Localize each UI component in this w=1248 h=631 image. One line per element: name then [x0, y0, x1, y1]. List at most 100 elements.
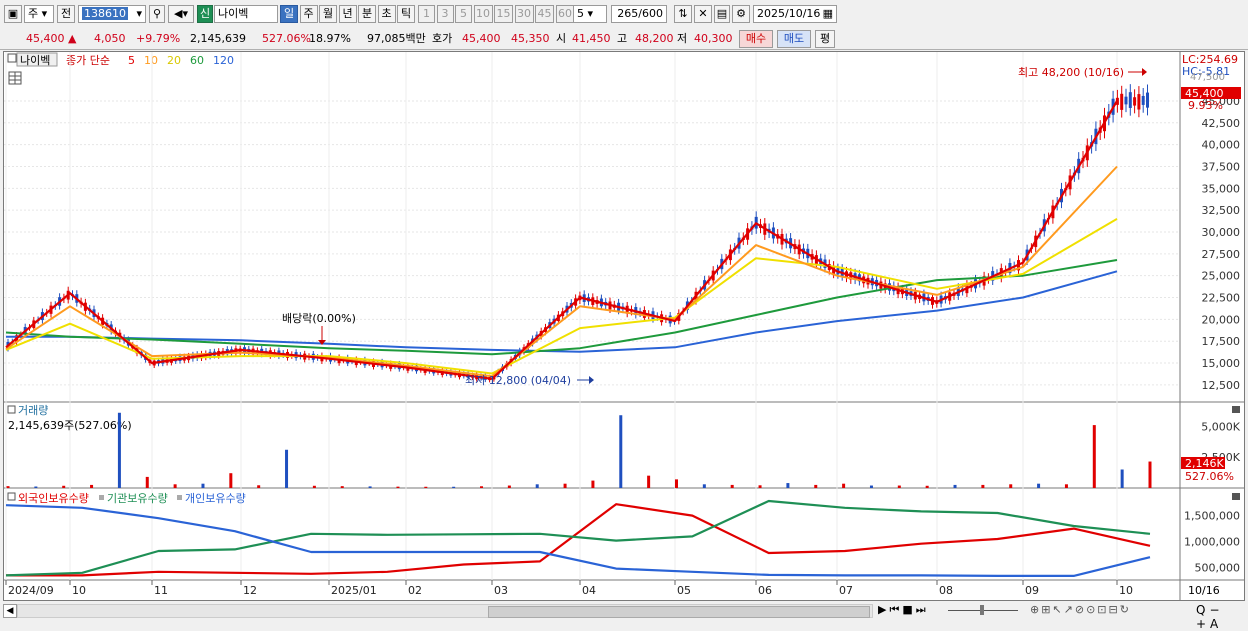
volume-bar: [1092, 425, 1096, 488]
volume-panel-close-icon[interactable]: [1232, 406, 1240, 413]
stock-code-input[interactable]: 138610 ▾: [78, 5, 146, 23]
high-label: 고: [617, 32, 628, 45]
stock-code-value: 138610: [82, 7, 128, 20]
market-select[interactable]: 주 ▾: [24, 5, 54, 23]
count-field[interactable]: 265/600: [611, 5, 667, 23]
volume-bar: [674, 479, 678, 488]
interval-button-60[interactable]: 60: [555, 5, 575, 23]
price-tick-label: 12,500: [1202, 379, 1241, 392]
window-icon[interactable]: ▣: [4, 5, 22, 23]
x-tick-label: 2024/09: [8, 584, 54, 597]
period-tab-5[interactable]: 분: [358, 5, 376, 23]
panel-toggle-icon[interactable]: [7, 492, 16, 501]
volume-bar: [786, 483, 790, 488]
chart-tool-icons[interactable]: ⊕⊞↖↗⊘⊙⊡⊟↻: [1030, 603, 1131, 616]
high-price: 48,200: [635, 32, 674, 45]
search-icon[interactable]: ⚲: [149, 5, 165, 23]
holding-panel-close-icon[interactable]: [1232, 493, 1240, 500]
chevron-down-icon[interactable]: ▾: [136, 6, 142, 22]
volume-bar: [6, 486, 10, 488]
volume-current-tag-label: 2,146K: [1185, 457, 1224, 470]
period-tab-1[interactable]: 일: [280, 5, 298, 23]
price-tick-label: 17,500: [1202, 335, 1241, 348]
volume-bar: [117, 412, 121, 488]
ma-legend-60: 60: [190, 54, 204, 67]
interval-button-5[interactable]: 5: [455, 5, 472, 23]
volume-bar: [396, 486, 400, 488]
chart-tool-icon[interactable]: ⇅: [674, 5, 692, 23]
panel-toggle-icon[interactable]: [7, 405, 16, 414]
interval-button-45[interactable]: 45: [535, 5, 554, 23]
scrollbar-thumb[interactable]: [488, 606, 870, 618]
volume-ratio: 527.06%: [262, 32, 311, 45]
zoom-slider-handle[interactable]: [980, 605, 984, 615]
volume-bar: [424, 486, 428, 488]
buy-button[interactable]: 매수: [739, 30, 773, 48]
price-tick-label: 20,000: [1202, 313, 1241, 326]
candle-body: [1146, 92, 1149, 108]
scroll-left-icon[interactable]: ◀: [3, 604, 17, 618]
candle-body: [1133, 97, 1137, 106]
playback-controls[interactable]: ▶⏮■⏭: [878, 603, 929, 617]
volume-bar: [1120, 469, 1124, 488]
eval-button[interactable]: 평: [815, 30, 835, 48]
holding-legend-separator: [99, 495, 104, 500]
x-tick-label: 06: [758, 584, 772, 597]
price-tick-label: 25,000: [1202, 270, 1241, 283]
interval-button-30[interactable]: 30: [514, 5, 534, 23]
hc-partial-tick: 47,500: [1190, 72, 1225, 83]
volume-bar: [619, 415, 623, 488]
volume-bar: [312, 485, 316, 488]
holding-tick-label: 1,500,000: [1184, 510, 1240, 523]
volume-bar: [257, 485, 261, 488]
period-tab-7[interactable]: 틱: [397, 5, 415, 23]
interval-button-10[interactable]: 10: [473, 5, 493, 23]
volume-bar: [1148, 461, 1152, 488]
holding-legend-separator: [177, 495, 182, 500]
period-tab-2[interactable]: 주: [299, 5, 318, 23]
period-tab-6[interactable]: 초: [377, 5, 396, 23]
sell-button[interactable]: 매도: [777, 30, 811, 48]
period-tab-3[interactable]: 월: [319, 5, 337, 23]
interval-button-3[interactable]: 3: [436, 5, 454, 23]
price-tick-label: 40,000: [1202, 139, 1241, 152]
date-field[interactable]: 2025/10/16 ▦: [753, 5, 837, 23]
volume-bar: [869, 485, 873, 488]
interval-button-1[interactable]: 1: [418, 5, 435, 23]
x-tick-label: 05: [677, 584, 691, 597]
volume-bar: [535, 484, 539, 488]
interval-button-15[interactable]: 15: [494, 5, 513, 23]
volume-bar: [90, 484, 94, 488]
volume-bar: [1009, 484, 1013, 488]
quote-bar: 45,400 ▲ 4,050 +9.79% 2,145,639 527.06% …: [0, 29, 1248, 50]
holding-line-2: [5, 499, 1151, 577]
x-tick-label: 09: [1025, 584, 1039, 597]
open-price: 41,450: [572, 32, 611, 45]
horizontal-scrollbar[interactable]: [17, 604, 873, 618]
volume-bar: [563, 483, 567, 488]
stock-name-field[interactable]: 나이벡: [214, 5, 278, 23]
up-triangle-icon: ▲: [68, 32, 77, 45]
price-tick-label: 32,500: [1202, 204, 1241, 217]
calendar-icon[interactable]: ▦: [823, 6, 833, 22]
count-total: /600: [638, 7, 663, 20]
prev-button[interactable]: 전: [57, 5, 75, 23]
candle-body: [1120, 93, 1124, 110]
price-y-axis: 12,500 15,000 17,500 20,000 22,500 25,000 27,5…: [1202, 95, 1241, 392]
period-tab-4[interactable]: 년: [338, 5, 357, 23]
chart-toolbar: ▣ 주 ▾ 전 138610 ▾ ⚲ ◀▾ 신 나이벡 일주월년분초틱 1 3 5 10…: [0, 0, 1248, 30]
volume-value: 2,145,639: [190, 32, 246, 45]
volume-bar: [1064, 484, 1068, 488]
holding-tick-label: 1,000,000: [1184, 536, 1240, 549]
low-annotation: 최저 12,800 (04/04): [465, 374, 571, 387]
gear-icon[interactable]: ⚙: [732, 5, 750, 23]
zoom-buttons[interactable]: Q−+A: [1196, 603, 1248, 631]
save-icon[interactable]: ▤: [714, 5, 730, 23]
volume-tick-label: 5,000K: [1201, 420, 1240, 433]
draw-icon[interactable]: ✕: [694, 5, 712, 23]
price-change-pct: +9.79%: [136, 32, 181, 45]
interval-select[interactable]: 5 ▾: [573, 5, 607, 23]
speaker-icon[interactable]: ◀▾: [168, 5, 194, 23]
holding-legend-3: 개인보유수량: [185, 492, 246, 505]
x-tick-label: 2025/01: [331, 584, 377, 597]
